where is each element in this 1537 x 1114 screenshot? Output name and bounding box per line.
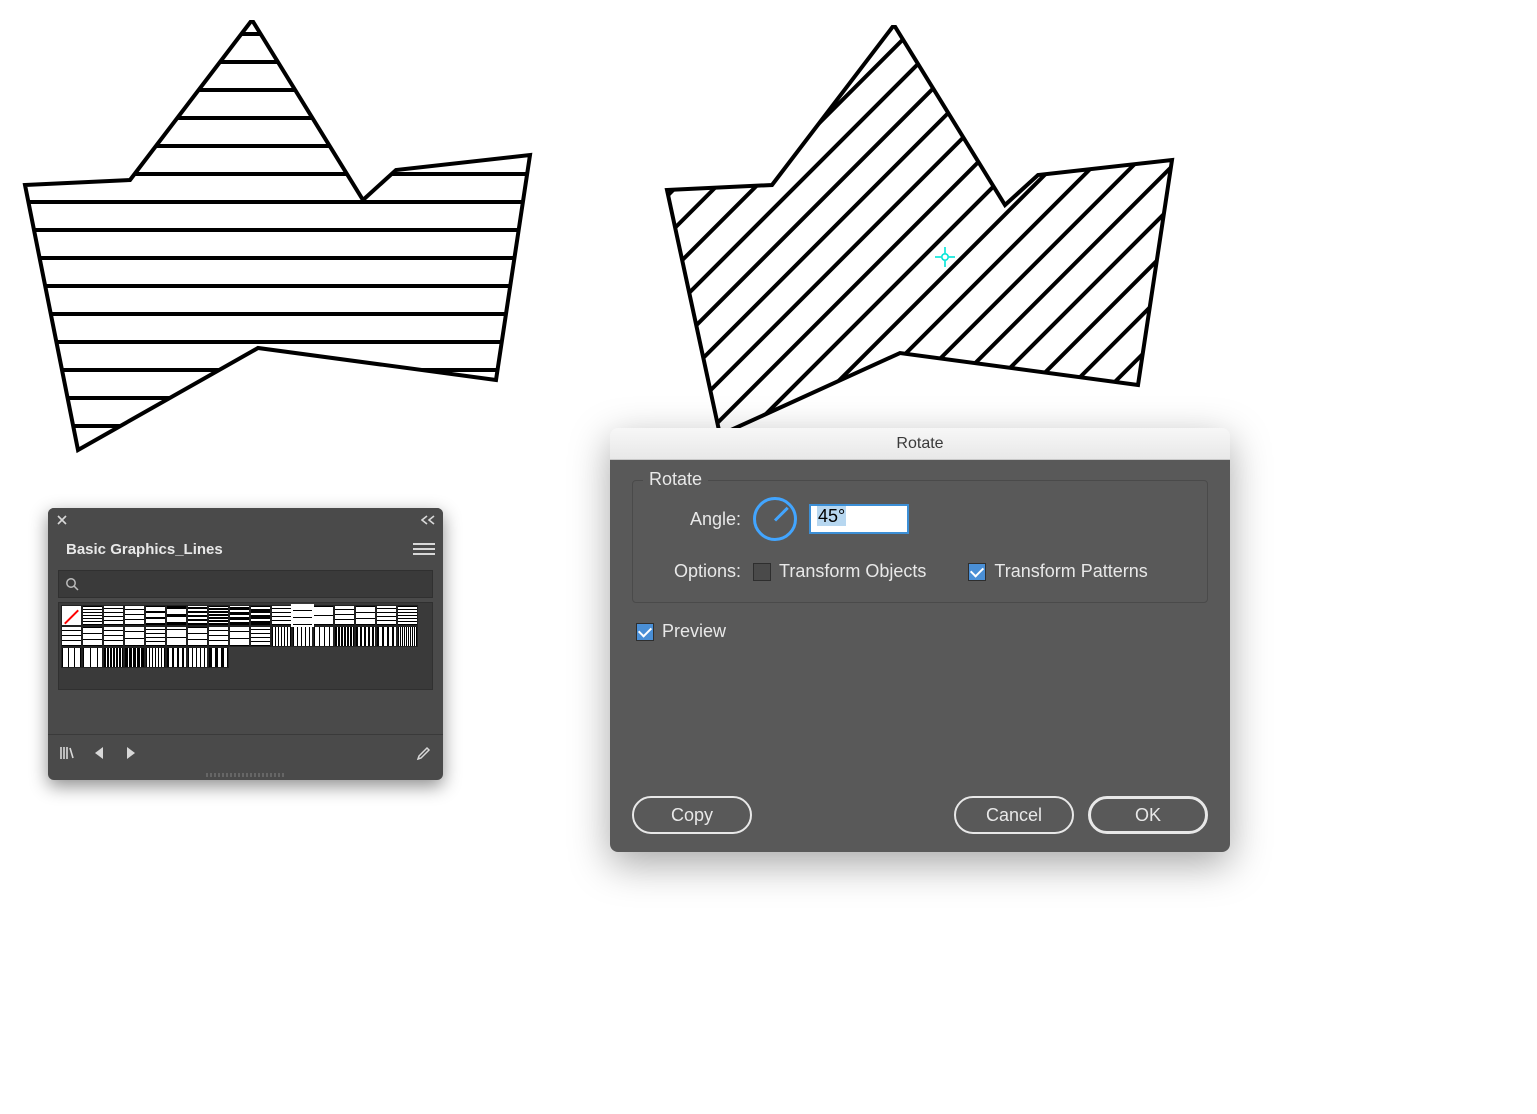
swatch-item[interactable]	[103, 647, 124, 668]
swatch-item[interactable]	[376, 605, 397, 626]
edit-swatch-icon[interactable]	[415, 744, 433, 762]
panel-resize-grip[interactable]	[48, 770, 443, 780]
checkbox-icon	[753, 563, 771, 581]
swatches-panel[interactable]: Basic Graphics_Lines	[48, 508, 443, 780]
panel-footer	[48, 734, 443, 770]
swatch-item[interactable]	[208, 647, 229, 668]
copy-label: Copy	[671, 805, 713, 826]
rotate-group: Rotate Angle: 45° Options: Transform Obj…	[632, 480, 1208, 603]
checkbox-icon	[636, 623, 654, 641]
swatch-item[interactable]	[271, 605, 292, 626]
angle-value: 45°	[817, 506, 846, 526]
swatch-item[interactable]	[145, 647, 166, 668]
swatch-item[interactable]	[124, 647, 145, 668]
preview-checkbox[interactable]: Preview	[636, 621, 1208, 642]
swatch-item[interactable]	[103, 626, 124, 647]
next-icon[interactable]	[122, 744, 140, 762]
dialog-titlebar[interactable]: Rotate	[610, 428, 1230, 460]
swatch-item[interactable]	[145, 605, 166, 626]
panel-top-bar	[48, 508, 443, 532]
swatch-item[interactable]	[334, 605, 355, 626]
swatch-item[interactable]	[292, 626, 313, 647]
rotate-group-title: Rotate	[643, 469, 708, 490]
swatch-item[interactable]	[313, 626, 334, 647]
swatch-item[interactable]	[61, 626, 82, 647]
options-row: Options: Transform Objects Transform Pat…	[651, 561, 1189, 582]
transform-objects-label: Transform Objects	[779, 561, 926, 582]
swatch-item[interactable]	[124, 605, 145, 626]
preview-label: Preview	[662, 621, 726, 642]
swatch-item[interactable]	[187, 626, 208, 647]
swatch-item[interactable]	[397, 626, 418, 647]
canvas-shape-horizontal-lines	[18, 20, 540, 455]
swatch-item[interactable]	[61, 647, 82, 668]
ok-label: OK	[1135, 805, 1161, 826]
panel-title: Basic Graphics_Lines	[66, 541, 223, 558]
panel-collapse-button[interactable]	[419, 511, 437, 529]
swatch-item[interactable]	[124, 626, 145, 647]
swatch-item[interactable]	[82, 626, 103, 647]
swatch-item[interactable]	[208, 605, 229, 626]
swatch-item[interactable]	[355, 605, 376, 626]
swatch-item[interactable]	[250, 626, 271, 647]
swatch-item[interactable]	[103, 605, 124, 626]
swatch-item[interactable]	[376, 626, 397, 647]
swatch-item[interactable]	[250, 605, 271, 626]
copy-button[interactable]: Copy	[632, 796, 752, 834]
panel-tab-bar: Basic Graphics_Lines	[48, 532, 443, 566]
search-icon	[65, 577, 79, 591]
swatch-item[interactable]	[61, 605, 82, 626]
swatch-item[interactable]	[208, 626, 229, 647]
angle-row: Angle: 45°	[651, 497, 1189, 541]
angle-dial[interactable]	[753, 497, 797, 541]
prev-icon[interactable]	[90, 744, 108, 762]
transform-patterns-checkbox[interactable]: Transform Patterns	[968, 561, 1147, 582]
checkbox-icon	[968, 563, 986, 581]
panel-search-input[interactable]	[58, 570, 433, 598]
swatch-item[interactable]	[292, 605, 313, 626]
options-label: Options:	[651, 561, 741, 582]
libraries-icon[interactable]	[58, 744, 76, 762]
cancel-button[interactable]: Cancel	[954, 796, 1074, 834]
panel-tab[interactable]: Basic Graphics_Lines	[56, 535, 233, 564]
cancel-label: Cancel	[986, 805, 1042, 826]
swatch-item[interactable]	[166, 626, 187, 647]
swatch-item[interactable]	[334, 626, 355, 647]
dialog-button-row: Copy Cancel OK	[632, 796, 1208, 834]
dialog-title: Rotate	[896, 435, 943, 453]
angle-label: Angle:	[651, 509, 741, 530]
swatch-grid[interactable]	[58, 602, 433, 690]
panel-close-button[interactable]	[54, 512, 70, 528]
swatch-item[interactable]	[166, 647, 187, 668]
swatch-item[interactable]	[271, 626, 292, 647]
swatch-item[interactable]	[145, 626, 166, 647]
swatch-item[interactable]	[229, 605, 250, 626]
rotate-dialog: Rotate Rotate Angle: 45° Options: Transf…	[610, 428, 1230, 852]
swatch-item[interactable]	[313, 605, 334, 626]
canvas-shape-diagonal-lines	[660, 25, 1182, 435]
rotation-center-icon	[935, 247, 955, 267]
swatch-item[interactable]	[82, 647, 103, 668]
transform-patterns-label: Transform Patterns	[994, 561, 1147, 582]
panel-menu-button[interactable]	[413, 538, 435, 560]
swatch-item[interactable]	[397, 605, 418, 626]
transform-objects-checkbox[interactable]: Transform Objects	[753, 561, 926, 582]
swatch-item[interactable]	[229, 626, 250, 647]
swatch-item[interactable]	[82, 605, 103, 626]
swatch-item[interactable]	[187, 605, 208, 626]
angle-input[interactable]: 45°	[809, 504, 909, 534]
ok-button[interactable]: OK	[1088, 796, 1208, 834]
swatch-item[interactable]	[166, 605, 187, 626]
swatch-item[interactable]	[187, 647, 208, 668]
swatch-item[interactable]	[355, 626, 376, 647]
